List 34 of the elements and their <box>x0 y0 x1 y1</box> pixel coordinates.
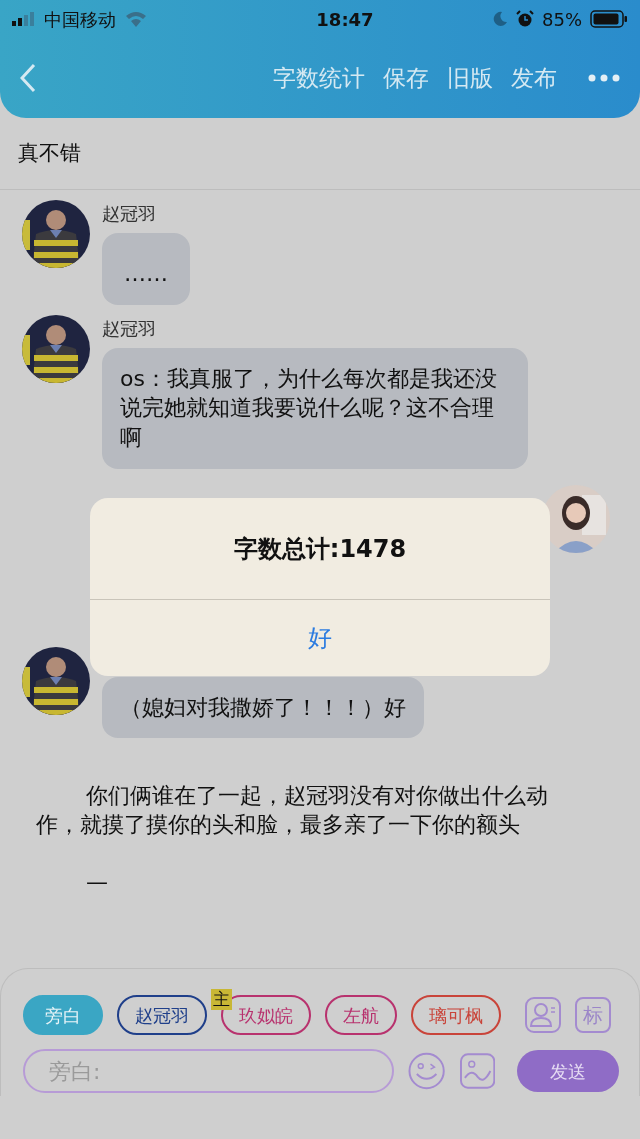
alert-message: 字数总计:1478 <box>233 533 407 565</box>
moon-icon <box>492 11 508 27</box>
back-icon[interactable] <box>20 63 36 93</box>
send-button[interactable]: 发送 <box>516 1050 619 1092</box>
role-chip[interactable]: 赵冠羽 <box>117 995 207 1035</box>
role-chip[interactable]: 旁白 <box>23 995 103 1035</box>
battery-icon <box>590 10 628 28</box>
tag-button[interactable]: 标 <box>575 997 611 1033</box>
message-bubble: os：我真服了，为什么每次都是我还没说完她就知道我要说什么呢？这不合理啊 <box>102 347 528 469</box>
alarm-icon <box>516 10 534 28</box>
signal-icon <box>12 12 36 26</box>
alert-ok-button[interactable]: 好 <box>90 600 550 676</box>
role-chip[interactable]: 璃可枫 <box>411 995 501 1035</box>
narration-text: 你们俩谁在了一起，赵冠羽没有对你做出什么动作，就摸了摸你的头和脸，最多亲了一下你的额头 <box>35 782 549 840</box>
sender-name: 赵冠羽 <box>102 202 157 226</box>
header-action-button[interactable]: 发布 <box>502 60 566 96</box>
header-action-button[interactable]: 保存 <box>374 60 438 96</box>
lead-role-badge: 主 <box>211 989 232 1010</box>
more-icon[interactable] <box>588 74 620 82</box>
header-action-button[interactable]: 字数统计 <box>264 60 374 96</box>
carrier-name: 中国移动 <box>44 7 116 32</box>
narration-text: — <box>85 867 109 896</box>
message-bubble: …… <box>102 233 190 305</box>
contact-card-icon[interactable] <box>525 997 561 1033</box>
story-title: 真不错 <box>18 139 81 167</box>
battery-percent: 85% <box>542 7 582 32</box>
status-time: 18:47 <box>315 7 374 32</box>
message-bubble: （媳妇对我撒娇了！！！）好 <box>102 676 424 739</box>
image-icon[interactable] <box>459 1053 495 1089</box>
sender-name: 赵冠羽 <box>102 316 157 341</box>
header-action-button[interactable]: 旧版 <box>438 60 502 96</box>
emoji-icon[interactable] <box>408 1052 446 1090</box>
role-chip[interactable]: 左航 <box>325 995 397 1035</box>
wifi-icon <box>124 10 148 28</box>
